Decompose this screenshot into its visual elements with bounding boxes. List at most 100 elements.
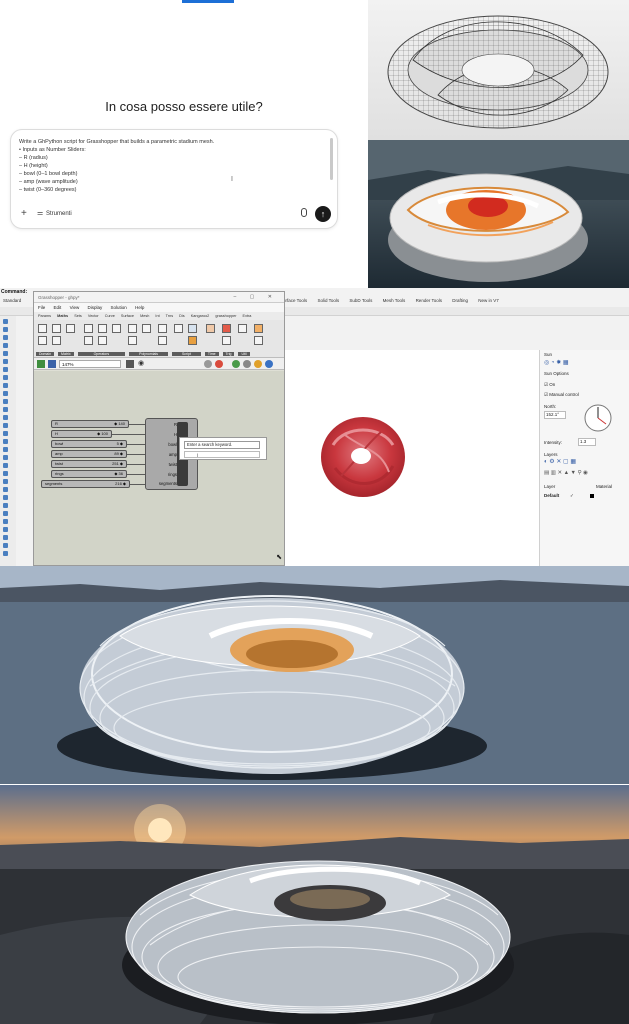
- ribbon-group-time[interactable]: Time: [204, 352, 219, 356]
- menu-display[interactable]: Display: [88, 305, 103, 310]
- tab-params[interactable]: Params: [38, 314, 51, 318]
- component-icon[interactable]: [188, 336, 197, 345]
- input-port[interactable]: H: [149, 432, 177, 437]
- tools-icon[interactable]: ⚌: [37, 207, 43, 221]
- ribbon-group-matrix[interactable]: Matrix: [58, 352, 74, 356]
- number-slider[interactable]: segments 216 ◆: [41, 480, 130, 488]
- component-icon[interactable]: [128, 336, 137, 345]
- window-controls[interactable]: – ▢ ✕: [234, 294, 278, 300]
- microphone-icon[interactable]: [301, 208, 307, 217]
- search-input[interactable]: |: [184, 451, 260, 458]
- tab-new-in-v7[interactable]: New in V7: [478, 298, 499, 303]
- tab-mesh-tools[interactable]: Mesh Tools: [383, 298, 406, 303]
- grasshopper-component-ribbon[interactable]: Domain Matrix Operators Polynomials Scri…: [34, 320, 284, 358]
- component-icon[interactable]: [98, 336, 107, 345]
- menu-edit[interactable]: Edit: [54, 305, 62, 310]
- layer-toolbar-icons[interactable]: ▤ ▥ ✕ ▲ ▼ ⚲ ◉: [544, 470, 588, 476]
- preview-mode-icon[interactable]: [215, 360, 223, 368]
- input-port[interactable]: amp: [149, 452, 177, 457]
- component-icon[interactable]: [174, 324, 183, 333]
- tab-surface-tools[interactable]: urface Tools: [283, 298, 307, 303]
- component-icon[interactable]: [158, 336, 167, 345]
- ribbon-group-polynomials[interactable]: Polynomials: [129, 352, 168, 356]
- prompt-scrollbar[interactable]: [330, 138, 333, 180]
- compass-dial[interactable]: [582, 402, 614, 434]
- tab-subd-tools[interactable]: SubD Tools: [349, 298, 372, 303]
- number-slider[interactable]: H ◆ 100: [51, 430, 112, 438]
- input-port[interactable]: segments: [149, 481, 177, 486]
- display-mode-icon[interactable]: [265, 360, 273, 368]
- display-mode-icon[interactable]: [254, 360, 262, 368]
- number-slider[interactable]: R ◆ 140: [51, 420, 129, 428]
- component-icon[interactable]: [52, 336, 61, 345]
- number-slider[interactable]: twist 251 ◆: [51, 460, 127, 468]
- manual-control-checkbox[interactable]: ☑ Manual control: [544, 392, 579, 398]
- rhino-left-toolbar[interactable]: [0, 316, 16, 566]
- intensity-input[interactable]: 1.3: [578, 438, 596, 446]
- input-port[interactable]: bowl: [149, 442, 177, 447]
- tab-dis[interactable]: Dis: [179, 314, 184, 318]
- ribbon-group-operators[interactable]: Operators: [77, 352, 126, 356]
- component-icon[interactable]: [112, 324, 121, 333]
- open-file-icon[interactable]: [37, 360, 45, 368]
- tab-render-tools[interactable]: Render Tools: [416, 298, 442, 303]
- number-slider[interactable]: amp 89 ◆: [51, 450, 127, 458]
- zoom-field[interactable]: 147%: [59, 360, 121, 368]
- component-icon[interactable]: [158, 324, 167, 333]
- tab-standard[interactable]: Standard: [3, 298, 21, 303]
- preview-mode-icon[interactable]: [204, 360, 212, 368]
- component-icon[interactable]: [84, 336, 93, 345]
- tab-int[interactable]: Int: [155, 314, 159, 318]
- ribbon-group-domain[interactable]: Domain: [36, 352, 55, 356]
- tab-sets[interactable]: Sets: [74, 314, 82, 318]
- tab-vector[interactable]: Vector: [88, 314, 99, 318]
- component-search-popup[interactable]: Enter a search keyword. |: [179, 437, 267, 460]
- component-icon[interactable]: [254, 324, 263, 333]
- tools-button[interactable]: Strumenti: [46, 207, 72, 221]
- tab-grasshopper[interactable]: grasshopper: [215, 314, 236, 318]
- number-slider[interactable]: bowl 5 ◆: [51, 440, 127, 448]
- input-port[interactable]: twist: [149, 462, 177, 467]
- tab-kangaroo[interactable]: Kangaroo2: [191, 314, 210, 318]
- sun-panel-icons[interactable]: ◎ ◔ ✸ ▦: [544, 359, 569, 366]
- grasshopper-canvas[interactable]: R ◆ 140 H ◆ 100 bowl 5 ◆ amp 89 ◆ twist …: [34, 371, 284, 565]
- save-file-icon[interactable]: [48, 360, 56, 368]
- number-slider[interactable]: rings ◆ 36: [51, 470, 127, 478]
- grasshopper-titlebar[interactable]: Grasshopper - ghpy* – ▢ ✕: [34, 292, 284, 303]
- component-icon[interactable]: [52, 324, 61, 333]
- component-icon[interactable]: [38, 336, 47, 345]
- component-icon[interactable]: [222, 324, 231, 333]
- command-prompt-label[interactable]: Command:: [1, 289, 27, 295]
- component-icon[interactable]: [38, 324, 47, 333]
- tab-mesh[interactable]: Mesh: [140, 314, 149, 318]
- tab-extra[interactable]: Extra: [243, 314, 252, 318]
- component-icon[interactable]: [222, 336, 231, 345]
- display-mode-icon[interactable]: [232, 360, 240, 368]
- tab-drafting[interactable]: Drafting: [452, 298, 468, 303]
- menu-help[interactable]: Help: [135, 305, 144, 310]
- component-icon[interactable]: [66, 324, 75, 333]
- sketch-icon[interactable]: [126, 360, 134, 368]
- ribbon-group-trig[interactable]: Trig: [222, 352, 235, 356]
- component-icon[interactable]: [98, 324, 107, 333]
- component-icon[interactable]: [206, 324, 215, 333]
- prompt-text[interactable]: Write a GhPython script for Grasshopper …: [19, 138, 337, 194]
- component-icon[interactable]: [142, 324, 151, 333]
- menu-solution[interactable]: Solution: [111, 305, 127, 310]
- component-icon[interactable]: [254, 336, 263, 345]
- prompt-input-box[interactable]: Write a GhPython script for Grasshopper …: [10, 129, 338, 229]
- tab-surface[interactable]: Surface: [121, 314, 134, 318]
- component-icon[interactable]: [188, 324, 197, 333]
- component-icon[interactable]: [238, 324, 247, 333]
- layer-color-swatch[interactable]: [590, 494, 594, 498]
- tab-trns[interactable]: Trns: [166, 314, 173, 318]
- tab-solid-tools[interactable]: Solid Tools: [317, 298, 339, 303]
- component-icon[interactable]: [128, 324, 137, 333]
- sun-options-label[interactable]: Sun Options: [544, 371, 569, 376]
- input-port[interactable]: rings: [149, 472, 177, 477]
- north-input[interactable]: 152.1°: [544, 411, 566, 419]
- menu-file[interactable]: File: [38, 305, 45, 310]
- tab-maths[interactable]: Maths: [57, 314, 68, 318]
- preview-eye-icon[interactable]: ◉: [138, 360, 152, 368]
- sun-on-checkbox[interactable]: ☑ On: [544, 382, 555, 388]
